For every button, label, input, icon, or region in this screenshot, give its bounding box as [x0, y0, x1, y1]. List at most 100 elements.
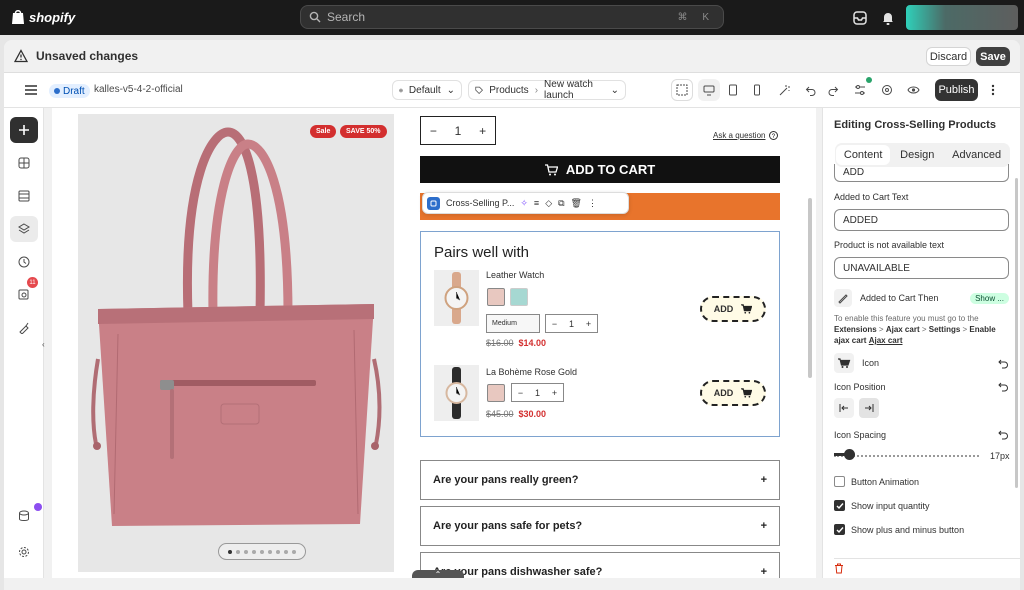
slider-dot[interactable] — [244, 549, 248, 554]
add-to-cart-button[interactable]: ADD TO CART — [420, 156, 780, 183]
product-thumbnail[interactable] — [434, 365, 479, 421]
slider-dot[interactable] — [276, 549, 280, 554]
undo-icon[interactable] — [800, 79, 822, 101]
faq-item[interactable]: Are your pans really green? + — [420, 460, 780, 500]
duplicate-icon[interactable]: ⧉ — [558, 198, 564, 209]
slider-dot[interactable] — [252, 549, 256, 554]
eye-icon[interactable] — [902, 79, 924, 101]
product-image[interactable]: Sale SAVE 50% — [78, 114, 394, 572]
tablet-preview-icon[interactable] — [722, 79, 744, 101]
chevron-up-icon[interactable]: ⌃ — [412, 570, 464, 578]
more-icon[interactable] — [982, 79, 1004, 101]
store-switcher[interactable] — [906, 5, 1018, 30]
collapse-rail-icon[interactable]: ‹ — [42, 340, 50, 349]
slider-dot[interactable] — [228, 549, 232, 554]
template-selector[interactable]: Products › New watch launch ⌄ — [468, 79, 626, 101]
checkbox[interactable] — [834, 476, 845, 487]
plus-icon[interactable]: + — [552, 388, 557, 398]
slider-dot[interactable] — [268, 549, 272, 554]
sale-badge: Sale — [310, 125, 337, 138]
scrollbar[interactable] — [808, 198, 812, 378]
icon-setting-row[interactable]: Icon — [834, 352, 1009, 374]
search-input[interactable]: Search ⌘ K — [300, 5, 724, 29]
icon-position-right-button[interactable] — [859, 398, 879, 418]
slider-dot[interactable] — [292, 549, 296, 554]
minus-icon[interactable]: − — [552, 319, 557, 329]
settings-gear-icon[interactable] — [10, 539, 38, 565]
save-button[interactable]: Save — [976, 47, 1010, 66]
slider-dot[interactable] — [236, 549, 240, 554]
ask-question-link[interactable]: Ask a question ? — [713, 131, 779, 140]
image-slider-dots[interactable] — [218, 543, 306, 560]
product-thumbnail[interactable] — [434, 270, 479, 326]
locale-selector[interactable]: Default ⌄ — [392, 80, 462, 100]
button-animation-checkbox[interactable]: Button Animation — [834, 476, 919, 487]
minus-icon[interactable]: − — [518, 388, 523, 398]
checkbox[interactable] — [834, 500, 845, 511]
show-input-quantity-checkbox[interactable]: Show input quantity — [834, 500, 930, 511]
show-plus-minus-checkbox[interactable]: Show plus and minus button — [834, 524, 964, 535]
faq-item[interactable]: Are your pans dishwasher safe? + — [420, 552, 780, 578]
quantity-stepper[interactable]: − 1 + — [420, 116, 496, 145]
delete-icon[interactable] — [834, 563, 844, 574]
inspector-icon[interactable] — [671, 79, 693, 101]
minus-icon[interactable]: − — [430, 124, 437, 138]
slider-handle[interactable] — [843, 449, 855, 460]
add-button[interactable]: ADD — [700, 380, 766, 406]
reset-icon[interactable] — [998, 358, 1009, 369]
add-button-text-field[interactable]: ADD — [834, 164, 1009, 182]
color-swatch-teal[interactable] — [510, 288, 528, 306]
color-swatch-pink[interactable] — [487, 384, 505, 402]
discard-button[interactable]: Discard — [926, 47, 971, 66]
desktop-preview-icon[interactable] — [698, 79, 720, 101]
icon-spacing-slider[interactable] — [834, 453, 979, 457]
brand-name: shopify — [29, 9, 76, 25]
checkbox[interactable] — [834, 524, 845, 535]
search-sections-icon[interactable] — [876, 79, 898, 101]
reset-icon[interactable] — [998, 381, 1009, 392]
added-to-cart-then-row[interactable]: Added to Cart Then Show ... — [834, 287, 1009, 309]
magic-icon[interactable] — [774, 79, 796, 101]
magic-icon[interactable]: ✧ — [520, 198, 528, 209]
tab-design[interactable]: Design — [892, 145, 942, 165]
quantity-stepper[interactable]: − 1 + — [545, 314, 598, 333]
brush-icon[interactable] — [10, 315, 38, 341]
publish-button[interactable]: Publish — [935, 79, 978, 101]
added-to-cart-field[interactable]: ADDED — [834, 209, 1009, 231]
add-button[interactable]: ADD — [700, 296, 766, 322]
shopify-logo[interactable]: shopify — [11, 9, 75, 25]
more-icon[interactable]: ⋮ — [588, 198, 597, 209]
layout-icon[interactable] — [10, 183, 38, 209]
icon-position-left-button[interactable] — [834, 398, 854, 418]
redo-icon[interactable] — [822, 79, 844, 101]
slider-dot[interactable] — [284, 549, 288, 554]
product-name[interactable]: Leather Watch — [486, 270, 544, 280]
sections-icon[interactable] — [10, 150, 38, 176]
variant-select[interactable]: Medium — [486, 314, 540, 333]
clock-icon[interactable] — [10, 249, 38, 275]
tab-content[interactable]: Content — [835, 145, 891, 165]
unavailable-field[interactable]: UNAVAILABLE — [834, 257, 1009, 279]
cross-selling-block[interactable]: Pairs well with Leather Watch Medium − 1… — [420, 231, 780, 437]
mobile-preview-icon[interactable] — [746, 79, 768, 101]
delete-icon[interactable]: 🗑 — [571, 198, 582, 209]
help-path: Extensions — [834, 325, 877, 334]
quantity-stepper[interactable]: − 1 + — [511, 383, 564, 402]
apps-icon[interactable] — [10, 216, 38, 242]
align-icon[interactable]: ≡ — [534, 198, 539, 208]
color-swatch-pink[interactable] — [487, 288, 505, 306]
menu-icon[interactable] — [20, 79, 42, 101]
inbox-icon[interactable] — [851, 9, 869, 27]
slider-dot[interactable] — [260, 549, 264, 554]
bell-icon[interactable] — [879, 9, 897, 27]
add-section-button[interactable] — [10, 117, 38, 143]
help-link[interactable]: Ajax cart — [869, 336, 903, 345]
reset-icon[interactable] — [998, 429, 1009, 440]
tab-advanced[interactable]: Advanced — [944, 145, 1009, 165]
faq-item[interactable]: Are your pans safe for pets? + — [420, 506, 780, 546]
product-name[interactable]: La Bohème Rose Gold — [486, 367, 577, 377]
plus-icon[interactable]: + — [586, 319, 591, 329]
panel-scrollbar[interactable] — [1015, 178, 1018, 488]
layers-icon[interactable]: ◇ — [545, 198, 552, 209]
plus-icon[interactable]: + — [479, 124, 486, 138]
